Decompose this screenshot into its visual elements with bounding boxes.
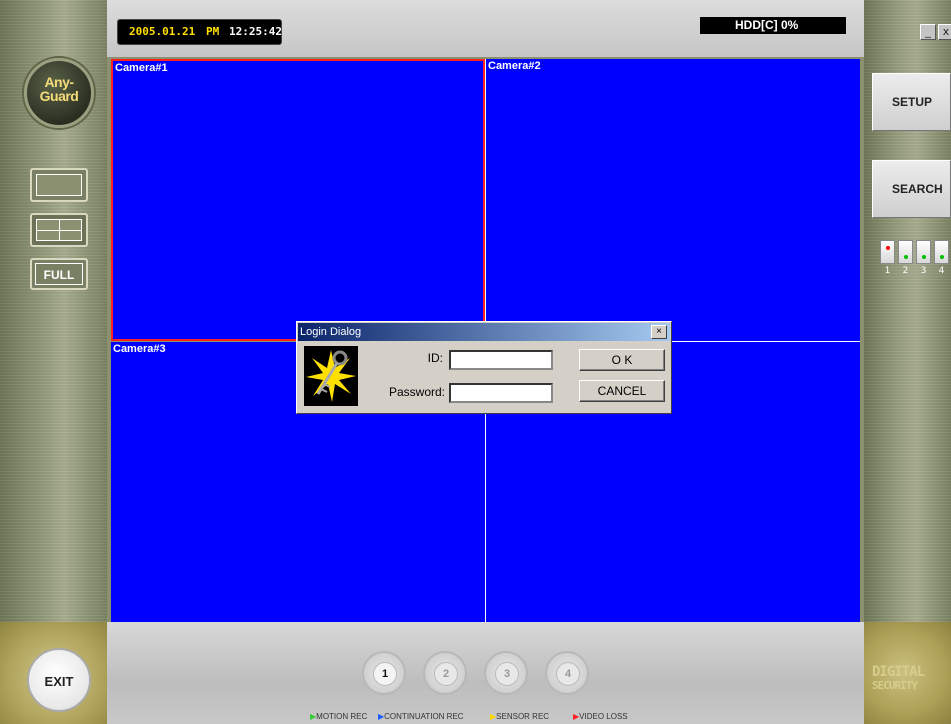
camera-tile-2[interactable]: Camera#2 [486, 59, 860, 341]
single-view-icon [36, 174, 82, 196]
status-dot-icon [904, 255, 908, 259]
status-dot-icon [886, 246, 890, 250]
cancel-button[interactable]: CANCEL [579, 380, 665, 402]
camera-tile-1[interactable]: Camera#1 [111, 59, 485, 341]
channel-number: 2 [434, 662, 458, 686]
channel-indicator-number: 3 [920, 266, 927, 276]
keys-icon [304, 346, 358, 406]
channel-indicator-number: 1 [884, 266, 891, 276]
any-guard-logo: Any- Guard [24, 58, 94, 128]
password-label: Password: [388, 385, 445, 399]
password-input[interactable] [449, 383, 553, 403]
setup-button[interactable]: SETUP [872, 73, 951, 131]
quad-view-button[interactable] [30, 213, 88, 247]
channel-button-1[interactable]: 1 [362, 651, 406, 695]
hdd-status: HDD[C] 0% [700, 17, 846, 34]
clock-date: 2005.01.21 [129, 25, 196, 38]
search-button[interactable]: SEARCH [872, 160, 951, 218]
channel-number: 4 [556, 662, 580, 686]
status-dot-icon [940, 255, 944, 259]
channel-indicator-1 [880, 240, 895, 264]
legend-video-loss: ▶VIDEO LOSS [573, 712, 628, 721]
close-button[interactable]: x [938, 24, 951, 40]
single-view-button[interactable] [30, 168, 88, 202]
camera-label: Camera#3 [113, 343, 166, 355]
channel-button-3[interactable]: 3 [484, 651, 528, 695]
channel-number: 3 [495, 662, 519, 686]
channel-button-2[interactable]: 2 [423, 651, 467, 695]
login-dialog: Login Dialog × ID: Password: O K CANCEL [296, 321, 672, 414]
camera-label: Camera#2 [488, 60, 541, 72]
legend-sensor-rec: ▶SENSOR REC [490, 712, 550, 721]
logo-line2: Guard [39, 88, 79, 104]
logo-line1: Any- [44, 74, 74, 90]
exit-button[interactable]: EXIT [27, 648, 91, 712]
id-input[interactable] [449, 350, 553, 370]
ok-button[interactable]: O K [579, 349, 665, 371]
camera-label: Camera#1 [115, 62, 168, 74]
clock-display: 2005.01.21 PM 12:25:42 [117, 19, 282, 45]
minimize-button[interactable]: _ [920, 24, 936, 40]
id-label: ID: [427, 351, 443, 365]
channel-indicator-2 [898, 240, 913, 264]
brand-line2: SECURITY [872, 679, 918, 692]
channel-button-4[interactable]: 4 [545, 651, 589, 695]
channel-number: 1 [373, 662, 397, 686]
digital-security-logo: DIGITAL SECURITY [872, 664, 925, 692]
brand-line1: DIGITAL [872, 664, 925, 680]
status-dot-icon [922, 255, 926, 259]
quad-view-icon [36, 219, 82, 241]
login-dialog-title: Login Dialog [300, 326, 362, 338]
full-view-button[interactable]: FULL [30, 258, 88, 290]
dialog-close-button[interactable]: × [651, 325, 667, 339]
legend-continuation-rec: ▶CONTINUATION REC [378, 712, 464, 721]
channel-indicator-number: 4 [938, 266, 945, 276]
clock-time: 12:25:42 [229, 25, 282, 38]
channel-indicator-number: 2 [902, 266, 909, 276]
hdd-label: HDD[C] 0% [735, 18, 799, 32]
login-dialog-titlebar[interactable]: Login Dialog × [298, 323, 670, 341]
clock-ampm: PM [206, 25, 220, 38]
channel-indicator-4 [934, 240, 949, 264]
legend-motion-rec: ▶MOTION REC [310, 712, 368, 721]
channel-indicator-3 [916, 240, 931, 264]
full-view-label: FULL [35, 263, 83, 285]
channel-status-indicator: 1 2 3 4 [880, 240, 951, 276]
